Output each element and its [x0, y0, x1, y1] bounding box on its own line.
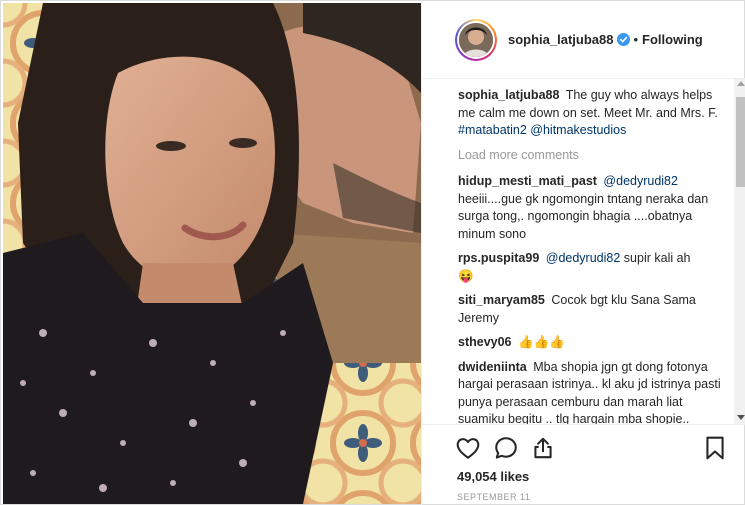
comment-username[interactable]: siti_maryam85: [458, 293, 545, 307]
list-item: siti_maryam85 Cocok bgt klu Sana Sama Je…: [458, 292, 734, 327]
post-actions: 49,054 likes SEPTEMBER 11: [422, 424, 745, 505]
selfie-image: [3, 3, 421, 504]
comment-username[interactable]: sthevy06: [458, 335, 512, 349]
comment-bubble-icon[interactable]: [493, 435, 519, 461]
bookmark-icon[interactable]: [702, 435, 728, 461]
avatar-image: [459, 22, 493, 57]
share-icon[interactable]: [530, 435, 556, 461]
list-item: dwideniinta Mba shopia jgn gt dong foton…: [458, 359, 734, 425]
caption: sophia_latjuba88 The guy who always help…: [458, 87, 734, 140]
comment-text: supir kali ah: [623, 251, 691, 265]
scroll-down-arrow-icon[interactable]: [736, 415, 745, 420]
verified-badge-icon: [617, 33, 631, 46]
comment-mention[interactable]: @dedyrudi82: [603, 174, 678, 188]
heart-icon[interactable]: [455, 435, 481, 461]
caption-tags[interactable]: #matabatin2 @hitmakestudios: [458, 123, 626, 137]
list-item: hidup_mesti_mati_past @dedyrudi82 heeiii…: [458, 173, 734, 243]
list-item: sthevy06 👍👍👍: [458, 334, 734, 352]
avatar[interactable]: [455, 18, 497, 61]
caption-username[interactable]: sophia_latjuba88: [458, 88, 559, 102]
comment-username[interactable]: rps.puspita99: [458, 251, 539, 265]
post-header: sophia_latjuba88 • Following: [422, 1, 745, 79]
comment-text: 👍👍👍: [518, 335, 565, 349]
scrollbar-thumb[interactable]: [736, 97, 745, 187]
separator-dot: •: [633, 32, 639, 47]
comment-text: heeiii....gue gk ngomongin tntang neraka…: [458, 191, 709, 241]
comment-username[interactable]: hidup_mesti_mati_past: [458, 174, 597, 188]
comment-emoji: 😝: [458, 268, 474, 283]
following-button[interactable]: Following: [642, 32, 703, 47]
post-date: SEPTEMBER 11: [457, 492, 531, 502]
comments-scrollbar[interactable]: [734, 79, 745, 424]
comment-mention[interactable]: @dedyrudi82: [546, 251, 621, 265]
list-item: rps.puspita99 @dedyrudi82 supir kali ah …: [458, 250, 734, 285]
post-window: sophia_latjuba88 • Following sophia_latj…: [0, 0, 745, 505]
post-author-username[interactable]: sophia_latjuba88: [508, 32, 613, 47]
post-details-panel: sophia_latjuba88 • Following sophia_latj…: [421, 1, 745, 505]
post-photo[interactable]: [3, 3, 421, 504]
comments-list[interactable]: sophia_latjuba88 The guy who always help…: [422, 79, 734, 424]
load-more-comments-button[interactable]: Load more comments: [458, 147, 734, 165]
likes-count[interactable]: 49,054 likes: [457, 469, 529, 484]
comment-username[interactable]: dwideniinta: [458, 360, 527, 374]
scroll-up-arrow-icon[interactable]: [736, 81, 745, 86]
